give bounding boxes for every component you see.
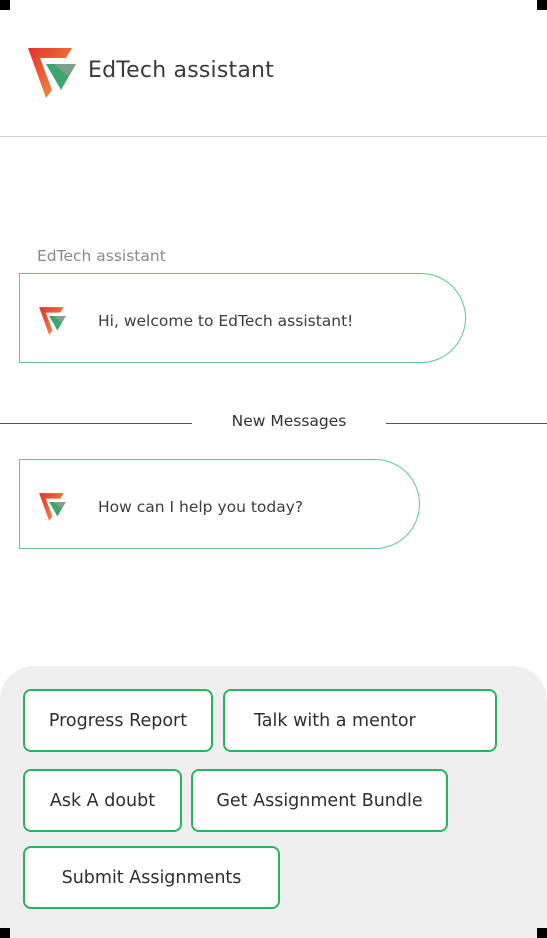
app-title: EdTech assistant <box>88 58 274 83</box>
message-text: Hi, welcome to EdTech assistant! <box>98 312 354 330</box>
submit-assignments-button[interactable]: Submit Assignments <box>23 846 280 909</box>
header: EdTech assistant <box>0 0 547 137</box>
assistant-message: Hi, welcome to EdTech assistant! <box>19 273 466 363</box>
progress-report-button[interactable]: Progress Report <box>23 689 213 752</box>
talk-with-mentor-button[interactable]: Talk with a mentor <box>223 689 497 752</box>
chat-window: EdTech assistant EdTech assistant Hi, we… <box>0 0 547 938</box>
new-messages-divider: New Messages <box>231 412 347 430</box>
message-text: How can I help you today? <box>98 498 304 516</box>
frame-corner <box>537 0 547 10</box>
frame-corner <box>537 928 547 938</box>
assistant-message: How can I help you today? <box>19 459 420 549</box>
assistant-avatar-icon <box>39 307 66 335</box>
assistant-avatar-icon <box>39 493 66 521</box>
ask-doubt-button[interactable]: Ask A doubt <box>23 769 182 832</box>
edtech-logo-icon <box>28 48 76 98</box>
frame-corner <box>0 928 10 938</box>
divider-line <box>0 423 192 424</box>
divider-line <box>386 423 547 424</box>
frame-corner <box>0 0 10 10</box>
sender-name: EdTech assistant <box>37 247 166 265</box>
get-assignment-bundle-button[interactable]: Get Assignment Bundle <box>191 769 448 832</box>
